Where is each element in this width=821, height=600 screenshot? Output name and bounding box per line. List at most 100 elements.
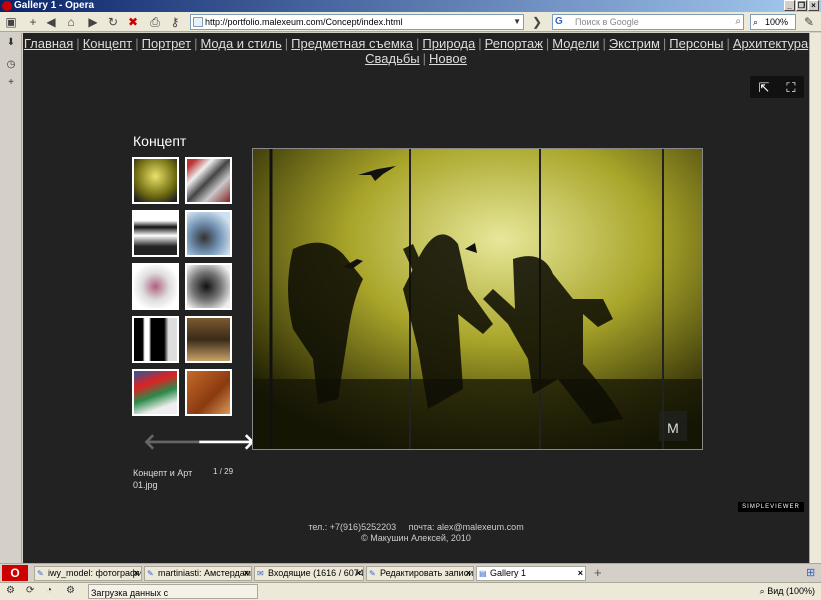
trash-icon[interactable]: ⊞: [806, 566, 815, 579]
downloads-icon[interactable]: ⬇: [5, 37, 17, 49]
thumbnail-7[interactable]: [132, 316, 179, 363]
nav-link[interactable]: Главная: [24, 36, 73, 51]
key-icon[interactable]: ⚷: [168, 15, 182, 29]
chevron-down-icon[interactable]: ▼: [513, 15, 521, 29]
nav-link[interactable]: Архитектура: [733, 36, 808, 51]
tab-4[interactable]: ✎ Редактировать записи ×: [366, 566, 474, 581]
history-icon[interactable]: ◷: [5, 59, 17, 71]
nav-link[interactable]: Новое: [429, 51, 467, 66]
tab-label: Gallery 1: [490, 568, 527, 578]
panel-toggle-icon[interactable]: ▣: [4, 15, 18, 29]
nav-separator: |: [726, 36, 730, 51]
thumbnail-10[interactable]: [185, 369, 232, 416]
nav-link[interactable]: Экстрим: [609, 36, 660, 51]
status-zoom-label: Вид (100%): [767, 586, 815, 596]
back-icon[interactable]: ◀: [44, 15, 58, 29]
thumbnail-pager: 🡐 🡒: [143, 431, 256, 453]
page-icon: ✎: [369, 569, 376, 578]
open-external-icon[interactable]: ⇱: [758, 81, 769, 94]
search-icon[interactable]: ⌕: [735, 15, 741, 29]
tab-1[interactable]: ✎ iwy_model: фотографи... ×: [34, 566, 142, 581]
window-title: Gallery 1 - Opera: [14, 0, 95, 11]
go-icon[interactable]: ❯: [530, 15, 544, 29]
opera-menu-button[interactable]: O: [2, 565, 28, 581]
vertical-scrollbar[interactable]: [809, 33, 821, 563]
nav-link[interactable]: Природа: [422, 36, 475, 51]
thumbnail-9[interactable]: [132, 369, 179, 416]
tab-3[interactable]: ✉ Входящие (1616 / 6074... ×: [254, 566, 364, 581]
address-bar[interactable]: http://portfolio.malexeum.com/Concept/in…: [190, 14, 524, 30]
opera-icon: [2, 1, 12, 11]
thumbnail-2[interactable]: [185, 157, 232, 204]
thumbnail-8[interactable]: [185, 316, 232, 363]
viewer-logo[interactable]: SIMPLEVIEWER: [738, 502, 804, 512]
main-image-art: M: [253, 149, 702, 449]
nav-link[interactable]: Предметная съемка: [291, 36, 413, 51]
status-bar: ⚙ ⟳ ◔ ⚙ Загрузка данных с portfolio.male…: [0, 582, 821, 600]
image-caption: Концепт и Арт 01.jpg: [133, 468, 193, 490]
footer-copyright: © Макушин Алексей, 2010: [361, 533, 471, 543]
close-icon[interactable]: ×: [578, 567, 583, 580]
close-icon[interactable]: ×: [244, 567, 249, 580]
nav-link[interactable]: Репортаж: [485, 36, 543, 51]
next-arrow-icon[interactable]: 🡒: [197, 431, 256, 453]
close-icon[interactable]: ×: [134, 567, 139, 580]
status-icon[interactable]: ⚙: [6, 583, 15, 599]
restore-button[interactable]: ❐: [796, 0, 807, 11]
search-field[interactable]: G Поиск в Google ⌕: [552, 14, 744, 30]
viewer-toolbar: ⇱ ⛶: [750, 76, 804, 98]
thumbnail-1[interactable]: [132, 157, 179, 204]
tab-2[interactable]: ✎ martiniasti: Амстердам... ×: [144, 566, 252, 581]
footer-email: почта: alex@malexeum.com: [408, 522, 524, 532]
image-counter: 1 / 29: [213, 467, 234, 476]
new-tab-icon[interactable]: +: [26, 15, 40, 29]
nav-link[interactable]: Мода и стиль: [200, 36, 281, 51]
gallery-title: Концепт: [133, 133, 187, 149]
turbo-icon[interactable]: ◔: [46, 583, 52, 599]
nav-separator: |: [602, 36, 606, 51]
close-window-button[interactable]: ×: [808, 0, 819, 11]
nav-link[interactable]: Персоны: [669, 36, 723, 51]
prev-arrow-icon[interactable]: 🡐: [143, 431, 202, 453]
main-image[interactable]: M: [252, 148, 703, 450]
nav-separator: |: [416, 36, 420, 51]
minimize-button[interactable]: _: [784, 0, 795, 11]
status-text: Загрузка данных с portfolio.malexeum.com: [88, 584, 258, 599]
settings-icon[interactable]: ✎: [802, 15, 816, 29]
nav-link[interactable]: Модели: [552, 36, 599, 51]
tab-label: iwy_model: фотографи...: [48, 568, 142, 578]
reload-icon[interactable]: ↻: [106, 15, 120, 29]
status-zoom[interactable]: ⌕ Вид (100%): [760, 583, 815, 599]
settings-icon[interactable]: ⚙: [66, 583, 75, 599]
print-icon[interactable]: ⎙: [148, 15, 162, 29]
close-icon[interactable]: ×: [356, 567, 361, 580]
zoom-value: 100%: [765, 17, 789, 27]
refresh-icon[interactable]: ⟳: [26, 583, 34, 599]
nav-separator: |: [662, 36, 667, 51]
nav-line-2: Свадьбы | Новое: [23, 51, 809, 66]
nav-separator: |: [76, 36, 80, 51]
svg-text:M: M: [667, 420, 679, 436]
thumbnail-4[interactable]: [185, 210, 232, 257]
close-icon[interactable]: ×: [466, 567, 471, 580]
forward-icon[interactable]: ▶: [86, 15, 100, 29]
thumbnail-5[interactable]: [132, 263, 179, 310]
nav-link[interactable]: Свадьбы: [365, 51, 420, 66]
new-tab-icon[interactable]: +: [594, 565, 602, 580]
page-favicon-icon: [193, 17, 203, 27]
google-icon: G: [555, 16, 563, 27]
fullscreen-icon[interactable]: ⛶: [786, 81, 795, 94]
nav-link[interactable]: Концепт: [83, 36, 133, 51]
tab-bar: O ✎ iwy_model: фотографи... × ✎ martinia…: [0, 563, 821, 581]
tab-5[interactable]: ▤ Gallery 1 ×: [476, 566, 586, 581]
page-icon: ✎: [147, 569, 154, 578]
stop-icon[interactable]: ✖: [126, 15, 140, 29]
tab-label: Входящие (1616 / 6074...: [268, 568, 364, 578]
home-icon[interactable]: ⌂: [64, 15, 78, 29]
zoom-select[interactable]: ⌕ 100%: [750, 14, 796, 30]
add-panel-icon[interactable]: +: [5, 77, 17, 89]
mail-icon: ✉: [257, 569, 264, 578]
thumbnail-3[interactable]: [132, 210, 179, 257]
nav-link[interactable]: Портрет: [142, 36, 191, 51]
thumbnail-6[interactable]: [185, 263, 232, 310]
